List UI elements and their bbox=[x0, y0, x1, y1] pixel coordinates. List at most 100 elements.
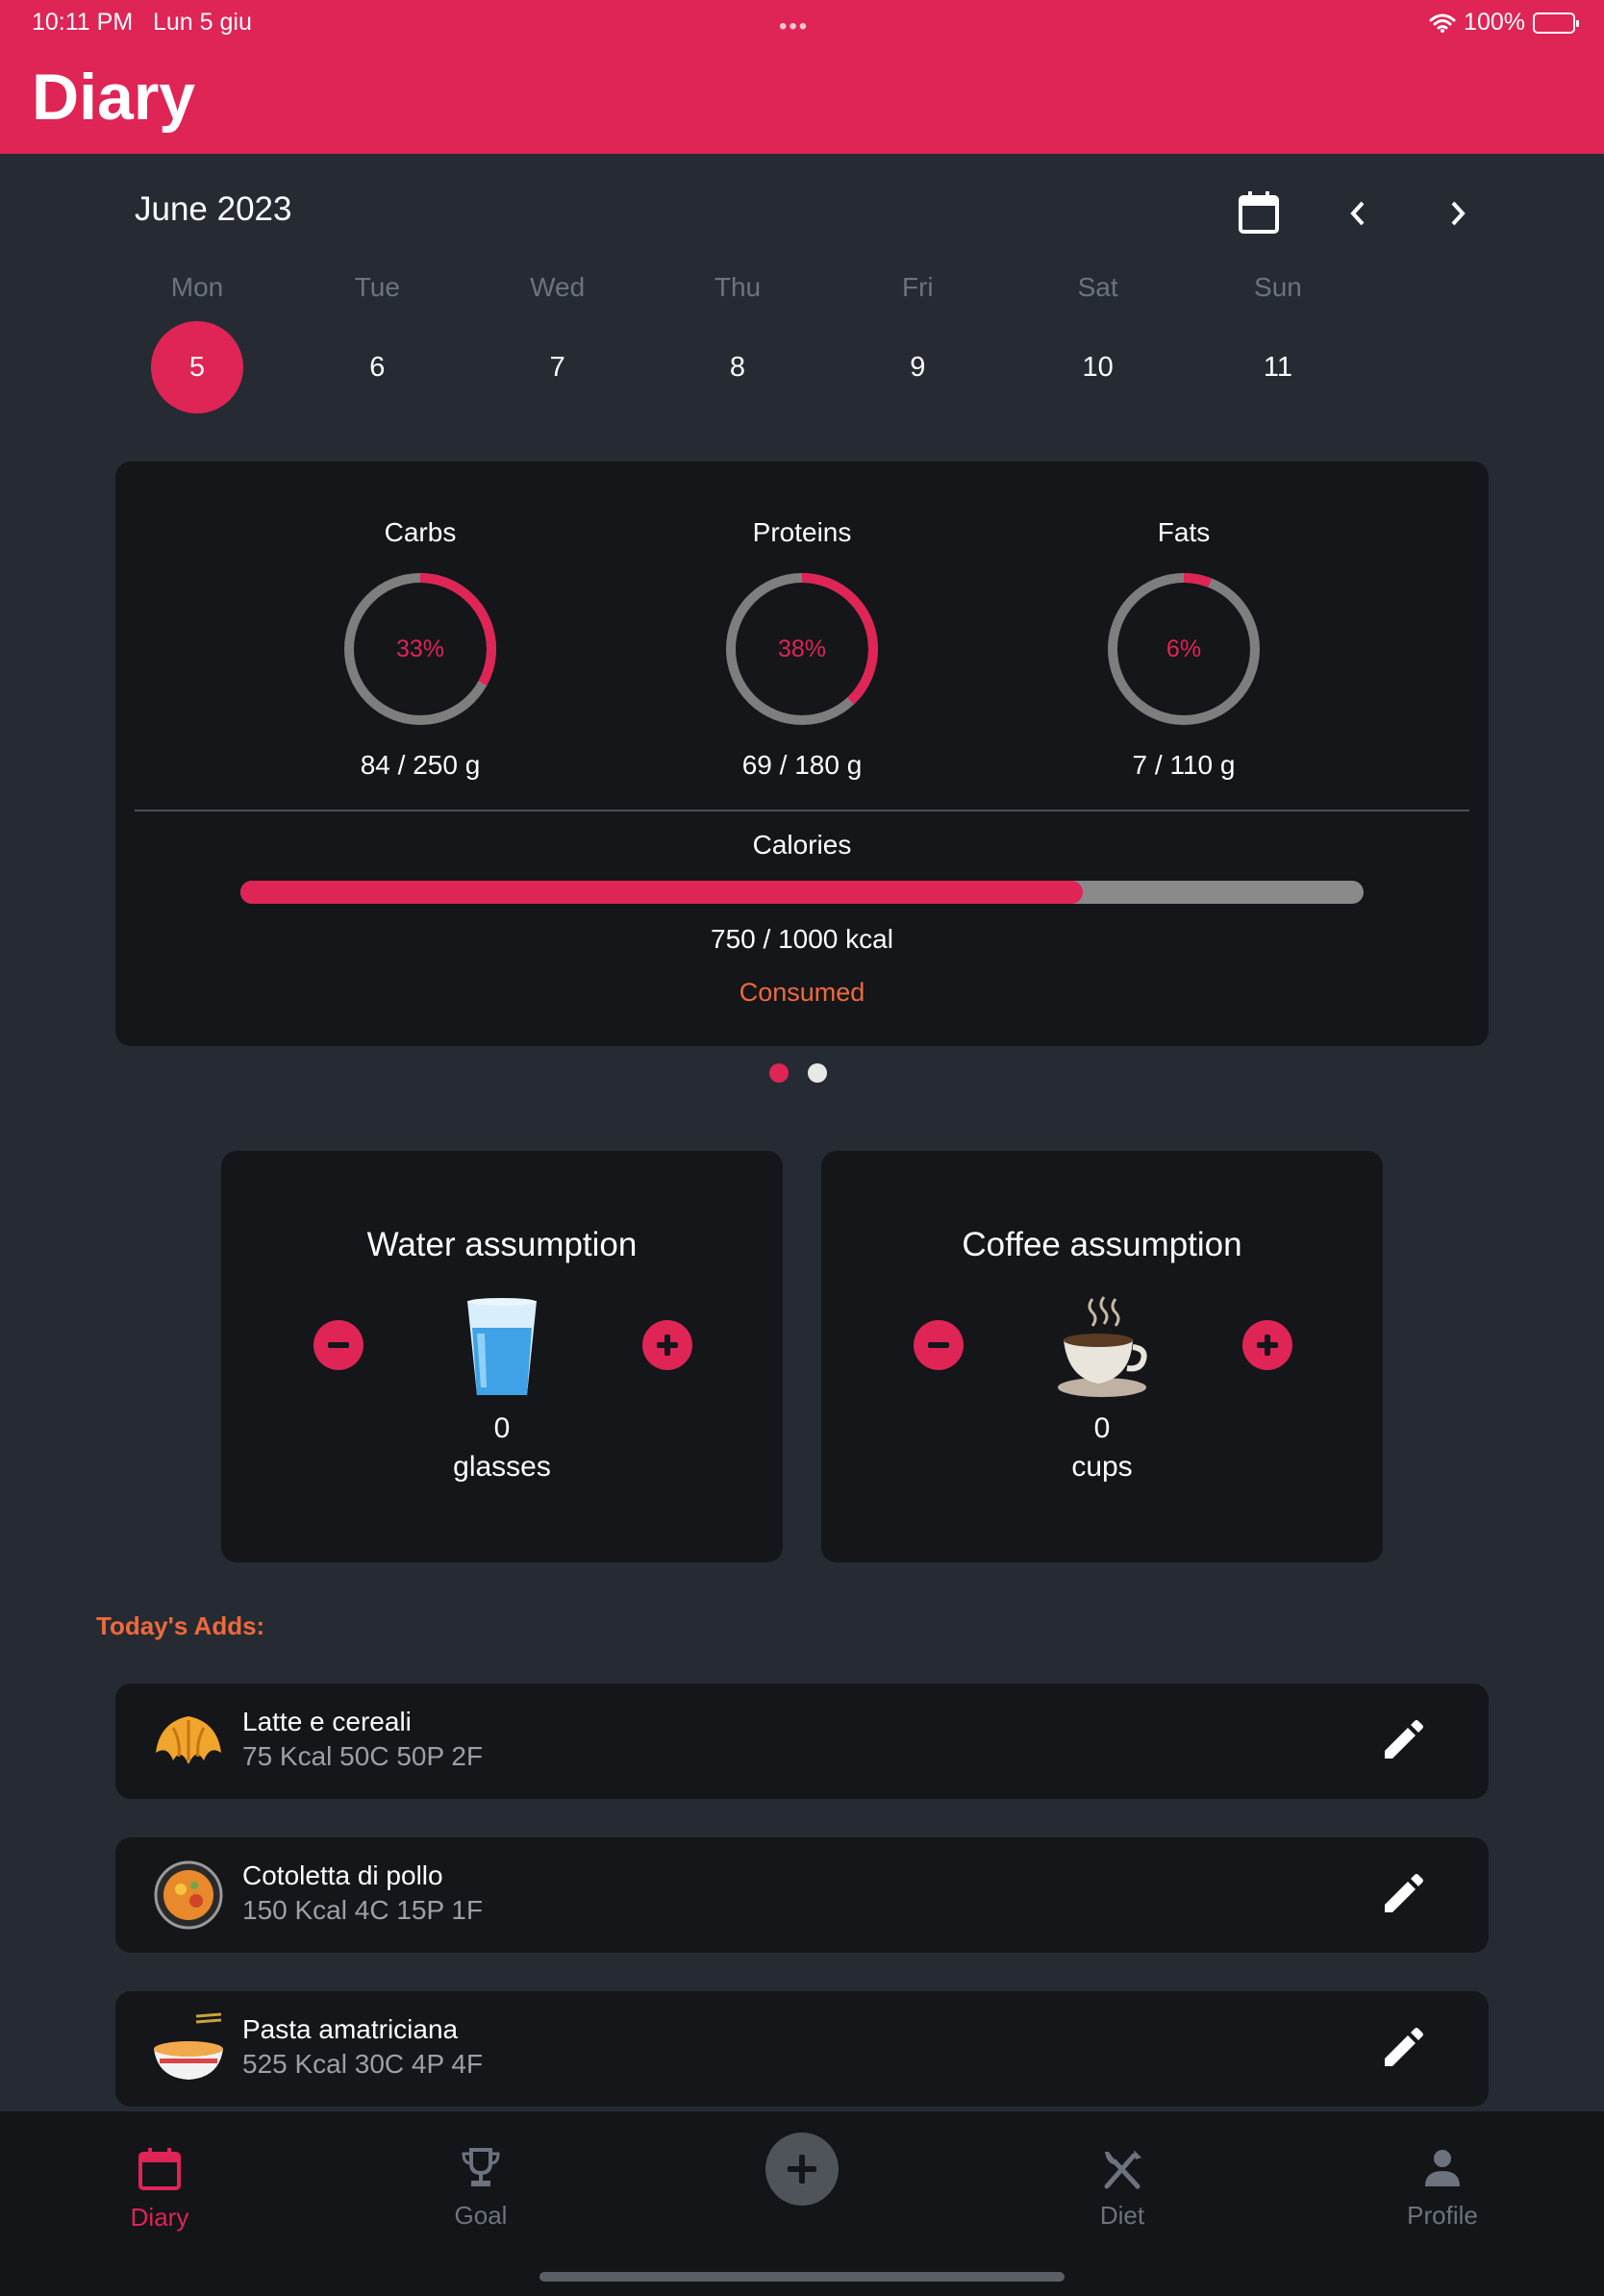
macro-fats: Fats 6% 7 / 110 g bbox=[1040, 517, 1328, 781]
day-sun[interactable]: Sun 11 bbox=[1216, 267, 1341, 413]
coffee-increase-button[interactable] bbox=[1242, 1320, 1292, 1370]
edit-pencil-icon[interactable] bbox=[1377, 1716, 1427, 1766]
day-name: Sat bbox=[1077, 272, 1118, 302]
nav-profile[interactable]: Profile bbox=[1366, 2146, 1519, 2231]
day-number[interactable]: 10 bbox=[1052, 321, 1144, 413]
status-time: 10:11 PM Lun 5 giu bbox=[32, 9, 252, 36]
food-name: Cotoletta di pollo bbox=[242, 1860, 443, 1890]
macro-label: Carbs bbox=[384, 517, 457, 547]
add-entry-button[interactable] bbox=[765, 2133, 839, 2206]
water-unit: glasses bbox=[453, 1451, 551, 1483]
calories-amount: 750 / 1000 kcal bbox=[711, 924, 893, 954]
day-fri[interactable]: Fri 9 bbox=[855, 267, 980, 413]
page-dot-active[interactable] bbox=[769, 1063, 789, 1083]
food-nutrition: 525 Kcal 30C 4P 4F bbox=[242, 2049, 484, 2079]
nav-goal[interactable]: Goal bbox=[404, 2146, 558, 2231]
next-week-button[interactable] bbox=[1437, 192, 1479, 235]
coffee-unit: cups bbox=[1071, 1451, 1133, 1483]
day-wed[interactable]: Wed 7 bbox=[495, 267, 620, 413]
nav-diary[interactable]: Diary bbox=[83, 2146, 237, 2233]
food-name: Pasta amatriciana bbox=[242, 2014, 459, 2044]
nutrition-summary-card[interactable]: Carbs 33% 84 / 250 g Proteins 38% 69 / 1… bbox=[115, 462, 1489, 1046]
chevron-left-icon bbox=[1350, 201, 1365, 226]
previous-week-button[interactable] bbox=[1337, 192, 1379, 235]
day-name: Tue bbox=[354, 272, 400, 302]
macro-amount: 84 / 250 g bbox=[360, 750, 481, 780]
todays-adds-label: Today's Adds: bbox=[96, 1611, 265, 1640]
macro-label: Proteins bbox=[752, 517, 852, 547]
bottom-navigation: Diary Goal Diet Profile bbox=[0, 2111, 1604, 2296]
macro-label: Fats bbox=[1157, 517, 1211, 547]
status-indicators: 100% bbox=[1429, 9, 1579, 37]
app-header: 10:11 PM Lun 5 giu ••• 100% Diary bbox=[0, 0, 1604, 154]
water-title: Water assumption bbox=[366, 1226, 638, 1263]
calories-progress-bar bbox=[240, 881, 1364, 904]
coffee-decrease-button[interactable] bbox=[914, 1320, 964, 1370]
battery-icon bbox=[1533, 12, 1579, 34]
day-tue[interactable]: Tue 6 bbox=[314, 267, 439, 413]
page-dot[interactable] bbox=[808, 1063, 827, 1083]
ring-percent: 33% bbox=[395, 636, 445, 662]
macro-proteins: Proteins 38% 69 / 180 g bbox=[658, 517, 946, 781]
paella-icon bbox=[154, 1860, 223, 1930]
day-sat[interactable]: Sat 10 bbox=[1036, 267, 1161, 413]
day-number-selected[interactable]: 5 bbox=[151, 321, 243, 413]
multitasking-dots-icon[interactable]: ••• bbox=[779, 13, 809, 40]
trophy-icon bbox=[462, 2148, 500, 2186]
minus-icon bbox=[328, 1342, 349, 1348]
macro-carbs: Carbs 33% 84 / 250 g bbox=[276, 517, 564, 781]
divider bbox=[135, 810, 1469, 811]
food-name: Latte e cereali bbox=[242, 1707, 412, 1736]
water-card: Water assumption 0 glasses bbox=[221, 1151, 783, 1562]
coffee-cup-icon bbox=[1058, 1296, 1147, 1397]
ring-percent: 6% bbox=[1165, 636, 1202, 662]
status-date: Lun 5 giu bbox=[153, 9, 252, 36]
day-number[interactable]: 7 bbox=[512, 321, 604, 413]
day-number[interactable]: 9 bbox=[871, 321, 964, 413]
food-nutrition: 150 Kcal 4C 15P 1F bbox=[242, 1895, 484, 1925]
day-name: Fri bbox=[901, 272, 934, 302]
calories-progress-fill bbox=[240, 881, 1083, 904]
water-increase-button[interactable] bbox=[642, 1320, 692, 1370]
macro-amount: 69 / 180 g bbox=[741, 750, 863, 780]
nav-diet[interactable]: Diet bbox=[1045, 2146, 1199, 2231]
food-nutrition: 75 Kcal 50C 50P 2F bbox=[242, 1741, 484, 1771]
nav-label: Goal bbox=[454, 2201, 508, 2230]
coffee-title: Coffee assumption bbox=[962, 1226, 1242, 1263]
page-indicator[interactable] bbox=[769, 1063, 827, 1083]
day-name: Mon bbox=[170, 272, 224, 302]
plus-icon bbox=[657, 1335, 678, 1356]
calories-label: Calories bbox=[752, 830, 852, 860]
edit-pencil-icon[interactable] bbox=[1377, 2024, 1427, 2074]
coffee-card: Coffee assumption 0 cups bbox=[821, 1151, 1383, 1562]
coffee-count: 0 bbox=[1093, 1412, 1111, 1444]
day-number[interactable]: 6 bbox=[331, 321, 423, 413]
page-title: Diary bbox=[32, 61, 196, 134]
nav-label: Diet bbox=[1099, 2201, 1145, 2230]
croissant-icon bbox=[156, 1716, 221, 1764]
nav-label: Profile bbox=[1407, 2201, 1478, 2230]
water-decrease-button[interactable] bbox=[313, 1320, 363, 1370]
day-name: Thu bbox=[714, 272, 762, 302]
food-item-row[interactable]: Pasta amatriciana 525 Kcal 30C 4P 4F bbox=[115, 1991, 1489, 2107]
calendar-icon bbox=[138, 2148, 181, 2190]
macro-amount: 7 / 110 g bbox=[1132, 750, 1236, 780]
day-number[interactable]: 8 bbox=[691, 321, 784, 413]
minus-icon bbox=[928, 1342, 949, 1348]
day-number[interactable]: 11 bbox=[1232, 321, 1324, 413]
wifi-icon bbox=[1429, 13, 1456, 33]
day-name: Wed bbox=[530, 272, 586, 302]
day-mon[interactable]: Mon 5 bbox=[135, 267, 260, 413]
home-indicator bbox=[539, 2272, 1065, 2282]
battery-percent: 100% bbox=[1464, 9, 1525, 36]
proteins-progress-ring: 38% bbox=[720, 567, 884, 731]
fats-progress-ring: 6% bbox=[1102, 567, 1266, 731]
noodle-bowl-icon bbox=[154, 2012, 223, 2080]
day-name: Sun bbox=[1254, 272, 1302, 302]
calendar-picker-icon[interactable] bbox=[1235, 188, 1283, 237]
food-item-row[interactable]: Cotoletta di pollo 150 Kcal 4C 15P 1F bbox=[115, 1837, 1489, 1953]
food-item-row[interactable]: Latte e cereali 75 Kcal 50C 50P 2F bbox=[115, 1684, 1489, 1799]
day-thu[interactable]: Thu 8 bbox=[675, 267, 800, 413]
plus-icon bbox=[788, 2155, 816, 2184]
edit-pencil-icon[interactable] bbox=[1377, 1870, 1427, 1920]
